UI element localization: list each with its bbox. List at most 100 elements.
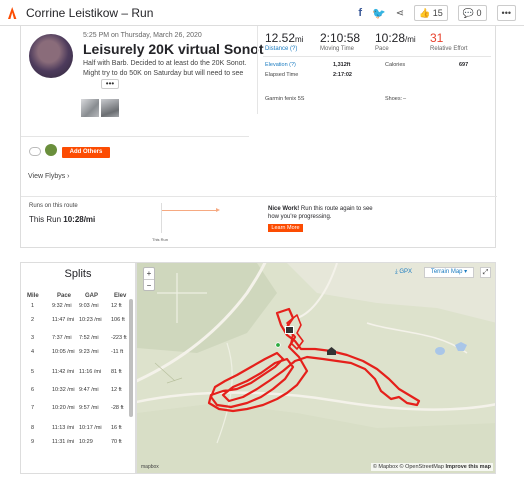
divider (21, 136, 249, 137)
shoes-label: Shoes: (385, 96, 403, 102)
split-gap: 10:17 /mi (79, 425, 102, 431)
this-run-label: This Run (29, 215, 62, 224)
athlete-avatar[interactable] (45, 144, 57, 156)
column-header: Pace (57, 293, 72, 299)
stat-label: Relative Effort (430, 46, 468, 52)
stat-value: 2:10:58 (320, 31, 361, 45)
share-icon[interactable]: ⋖ (396, 8, 404, 19)
zoom-out-button[interactable]: − (144, 280, 154, 291)
column-header: Mile (27, 293, 39, 299)
improve-map-link[interactable]: Improve this map (445, 464, 491, 470)
split-gap: 9:47 /mi (79, 387, 99, 393)
split-mile: 2 (31, 317, 35, 323)
stat-relative-effort[interactable]: 31 Relative Effort (430, 31, 485, 52)
split-pace: 9:32 /mi (52, 303, 72, 309)
kudos-count: 15 (432, 8, 443, 18)
stat-label[interactable]: Distance (?) (265, 46, 320, 52)
route-compare-panel: Runs on this route This Run 10:28/mi Thi… (21, 196, 497, 248)
this-run-value: 10:28/mi (63, 215, 96, 224)
split-pace: 7:37 /mi (52, 335, 72, 341)
split-row: 9 11:31 /mi 10:29 70 ft (21, 439, 126, 455)
split-mile: 8 (31, 425, 35, 431)
stat-unit: mi (295, 35, 304, 44)
stat-moving-time: 2:10:58 Moving Time (320, 31, 375, 52)
progress-arrow (162, 208, 220, 212)
map-attribution: © Mapbox © OpenStreetMap Improve this ma… (370, 463, 493, 471)
more-actions-button[interactable]: ••• (496, 5, 516, 21)
split-mile: 4 (31, 349, 35, 355)
view-flybys-label: View Flybys (28, 173, 66, 180)
split-gap: 10:29 (79, 439, 93, 445)
this-run-marker-label: This Run (152, 237, 169, 242)
attribution-mapbox[interactable]: © Mapbox (373, 464, 398, 470)
comment-button[interactable]: 💬 0 (457, 5, 487, 21)
elevation-label[interactable]: Elevation (?) (265, 62, 296, 68)
learn-more-button[interactable]: Learn More (268, 224, 303, 232)
page-title: Corrine Leistikow – Run (26, 6, 154, 20)
shoes-value: – (403, 96, 407, 102)
photo-thumbnail[interactable] (81, 99, 99, 117)
facebook-icon[interactable]: f (358, 7, 362, 19)
splits-title: Splits (64, 268, 92, 280)
zoom-in-button[interactable]: + (144, 268, 154, 280)
vertical-divider (257, 26, 258, 114)
twitter-icon[interactable]: 🐦 (372, 7, 386, 20)
stat-pace: 10:28/mi Pace (375, 31, 430, 52)
runs-on-route-label: Runs on this route (29, 203, 78, 209)
split-gap: 11:16 /mi (79, 369, 102, 375)
calories-value: 697 (459, 62, 469, 68)
split-pace: 11:47 /mi (52, 317, 75, 323)
mapbox-logo: mapbox (141, 464, 159, 470)
divider (263, 56, 491, 57)
elapsed-value: 2:17:02 (333, 72, 352, 78)
split-row: 2 11:47 /mi 10:23 /mi 106 ft (21, 317, 126, 333)
this-run-pace: This Run 10:28/mi (29, 215, 95, 224)
comment-count: 0 (476, 8, 482, 18)
activity-name: Leisurely 20K virtual Sonot (83, 41, 264, 57)
elapsed-label: Elapsed Time (265, 72, 299, 78)
split-row: 6 10:32 /mi 9:47 /mi 12 ft (21, 387, 126, 403)
avatar[interactable] (29, 34, 73, 78)
stat-value: 10:28 (375, 31, 406, 45)
activity-card: 5:25 PM on Thursday, March 26, 2020 Leis… (20, 26, 497, 248)
stat-value: 31 (430, 31, 444, 45)
mailbox-icon (285, 326, 294, 334)
header-actions: f 🐦 ⋖ 👍 15 💬 0 ••• (358, 5, 516, 21)
split-row: 4 10:05 /mi 9:23 /mi -11 ft (21, 349, 126, 365)
split-pace: 10:05 /mi (52, 349, 75, 355)
view-flybys-link[interactable]: View Flybys › (28, 173, 70, 180)
splits-scrollbar[interactable] (129, 299, 133, 417)
split-pace: 10:20 /mi (52, 405, 75, 411)
split-gap: 9:57 /mi (79, 405, 99, 411)
terrain-map-select[interactable]: Terrain Map ▾ (424, 267, 474, 278)
activity-date: 5:25 PM on Thursday, March 26, 2020 (83, 32, 202, 39)
split-pace: 11:13 /mi (52, 425, 75, 431)
gpx-download-link[interactable]: ⤓ GPX (395, 269, 412, 276)
photo-thumbnails (81, 99, 119, 117)
primary-stats: 12.52mi Distance (?) 2:10:58 Moving Time… (265, 31, 485, 52)
fullscreen-button[interactable]: ⤢ (480, 267, 491, 278)
splits-header: Mile Pace GAP Elev (21, 289, 135, 301)
column-header: Elev (114, 293, 127, 299)
description-more-button[interactable]: ••• (101, 79, 119, 89)
split-mile: 6 (31, 387, 35, 393)
split-mile: 1 (31, 303, 35, 309)
split-row: 7 10:20 /mi 9:57 /mi -28 ft (21, 405, 126, 421)
gpx-label: GPX (399, 269, 412, 275)
split-mile: 5 (31, 369, 35, 375)
split-row: 5 11:42 /mi 11:16 /mi 81 ft (21, 369, 126, 385)
calories-label: Calories (385, 62, 406, 68)
photo-thumbnail[interactable] (101, 99, 119, 117)
attribution-osm[interactable]: © OpenStreetMap (400, 464, 444, 470)
nice-work-message: Nice Work! Run this route again to see h… (268, 205, 378, 221)
chevron-right-icon: › (67, 173, 70, 180)
nice-work-bold: Nice Work! (268, 206, 300, 212)
split-pace: 11:31 /mi (52, 439, 75, 445)
download-icon: ⤓ (395, 269, 398, 275)
split-gap: 9:03 /mi (79, 303, 99, 309)
route-map[interactable]: + − ⤓ GPX Terrain Map ▾ ⤢ mapbox © Mapbo… (136, 262, 496, 474)
kudos-button[interactable]: 👍 15 (414, 5, 448, 21)
split-gap: 10:23 /mi (79, 317, 102, 323)
add-others-button[interactable]: Add Others (62, 147, 110, 158)
split-elev: 16 ft (111, 425, 122, 431)
